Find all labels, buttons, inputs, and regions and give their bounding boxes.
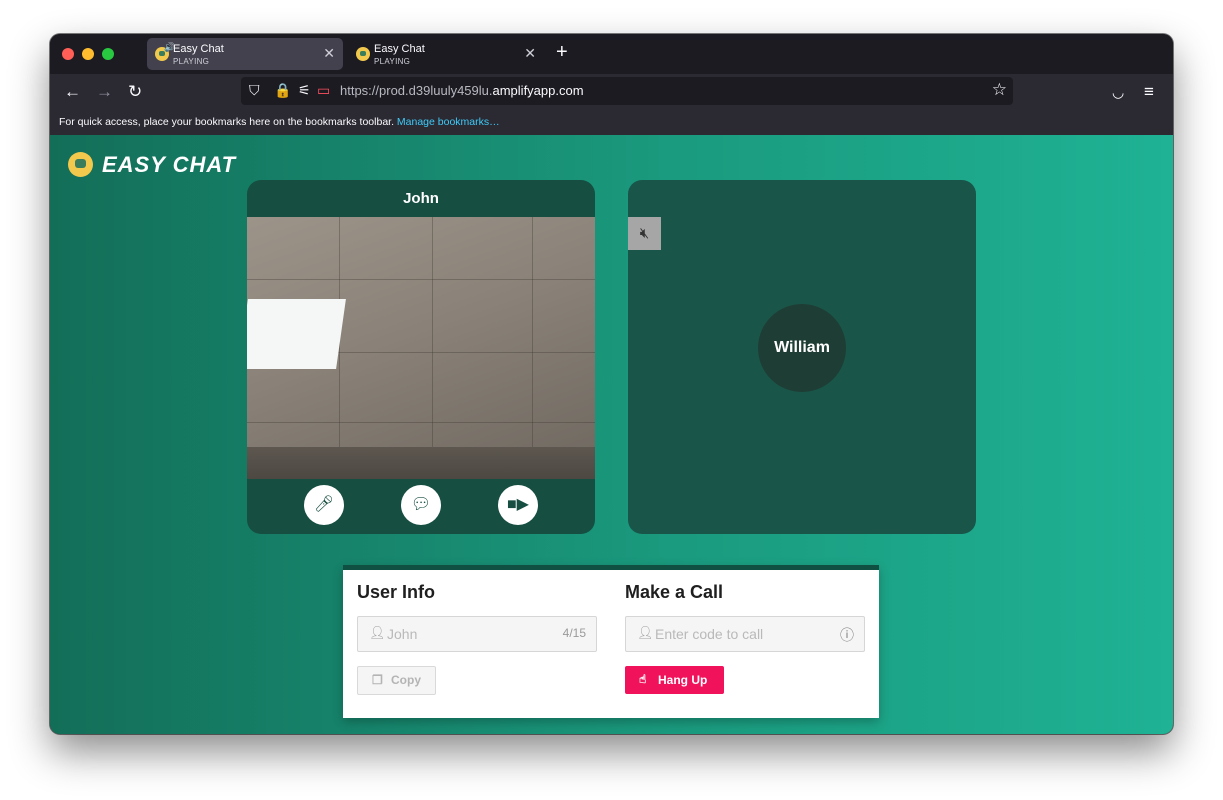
remote-video-card: 🔇︎ William [628,180,976,534]
remote-user-avatar: William [758,304,846,392]
user-icon: 👤︎ [637,625,654,640]
hang-up-button[interactable]: ☝︎ Hang Up [625,666,724,694]
tab-bar: 🔊 Easy Chat PLAYING ✕ Easy Chat PLAYING … [50,34,1173,74]
microphone-off-icon[interactable]: 🎤︎ [304,485,344,525]
hang-up-label: Hang Up [658,673,708,687]
tab-playing-label: PLAYING [374,57,411,66]
reload-icon[interactable]: ↻ [128,82,142,102]
tab-easy-chat-2[interactable]: Easy Chat PLAYING ✕ [348,38,544,70]
permissions-icon[interactable]: ⚟ [298,82,311,99]
user-icon: 👤︎ [369,625,386,640]
local-video-card: John 🎤︎ 💬︎ ■▶ [247,180,595,534]
tab-title: Easy Chat [374,43,425,55]
name-value: John [387,626,418,642]
copy-button[interactable]: ❐ Copy [357,666,436,695]
minimize-window-button[interactable] [82,48,94,60]
menu-icon[interactable]: ≡ [1144,82,1154,102]
bookmarks-hint: For quick access, place your bookmarks h… [59,116,500,128]
camera-sharing-icon[interactable]: ▭ [317,82,330,99]
user-info-title: User Info [357,582,436,602]
lock-icon[interactable]: 🔒 [274,82,291,99]
info-icon[interactable]: ⓘ [840,625,854,645]
pocket-icon[interactable]: ◡ [1112,84,1124,101]
zoom-window-button[interactable] [102,48,114,60]
back-arrow-icon[interactable]: ← [64,82,81,102]
call-code-input[interactable]: 👤︎ Enter code to call ⓘ [625,616,865,652]
easy-chat-favicon-icon [356,47,370,61]
local-user-name: John [403,190,439,207]
tab-playing-label: PLAYING [173,57,210,66]
make-call-title: Make a Call [625,582,724,602]
close-icon[interactable]: ✕ [524,45,536,62]
hand-pointer-icon: ☝︎ [639,672,647,686]
manage-bookmarks-link[interactable]: Manage bookmarks… [397,116,500,128]
shield-icon[interactable]: ⛉ [249,82,260,99]
copy-label: Copy [391,673,421,687]
url-text[interactable]: https://prod.d39luuly459lu.amplifyapp.co… [340,83,584,98]
ceiling-beam [247,447,595,479]
tab-easy-chat-1[interactable]: 🔊 Easy Chat PLAYING ✕ [147,38,343,70]
ceiling-light [247,299,346,369]
copy-icon: ❐ [372,673,383,687]
logo-icon [68,152,93,177]
call-controls: 🎤︎ 💬︎ ■▶ [247,479,595,534]
local-video-feed [247,217,595,479]
browser-window: 🔊 Easy Chat PLAYING ✕ Easy Chat PLAYING … [50,34,1173,734]
control-panel: User Info 👤︎ John 4/15 ❐ Copy Make a Cal… [343,565,879,718]
bookmark-star-icon[interactable]: ☆ [992,80,1007,100]
url-bar[interactable]: ⛉ 🔒 ⚟ ▭ https://prod.d39luuly459lu.ampli… [241,77,1013,105]
name-input[interactable]: 👤︎ John 4/15 [357,616,597,652]
app-content: EASY CHAT John 🎤︎ 💬︎ ■▶ 🔇︎ William User … [50,135,1173,734]
chat-icon[interactable]: 💬︎ [401,485,441,525]
new-tab-button[interactable]: + [556,41,568,64]
close-icon[interactable]: ✕ [323,45,335,62]
character-count: 4/15 [562,626,586,640]
close-window-button[interactable] [62,48,74,60]
tab-title: Easy Chat [173,43,224,55]
forward-arrow-icon[interactable]: → [96,82,113,102]
bookmarks-toolbar: For quick access, place your bookmarks h… [50,112,1173,136]
navigation-bar: ← → ↻ ⛉ 🔒 ⚟ ▭ https://prod.d39luuly459lu… [50,74,1173,112]
logo-text: EASY CHAT [102,152,237,177]
call-code-placeholder: Enter code to call [655,626,764,642]
video-camera-icon[interactable]: ■▶ [498,485,538,525]
speaker-muted-icon[interactable]: 🔇︎ [628,217,661,250]
